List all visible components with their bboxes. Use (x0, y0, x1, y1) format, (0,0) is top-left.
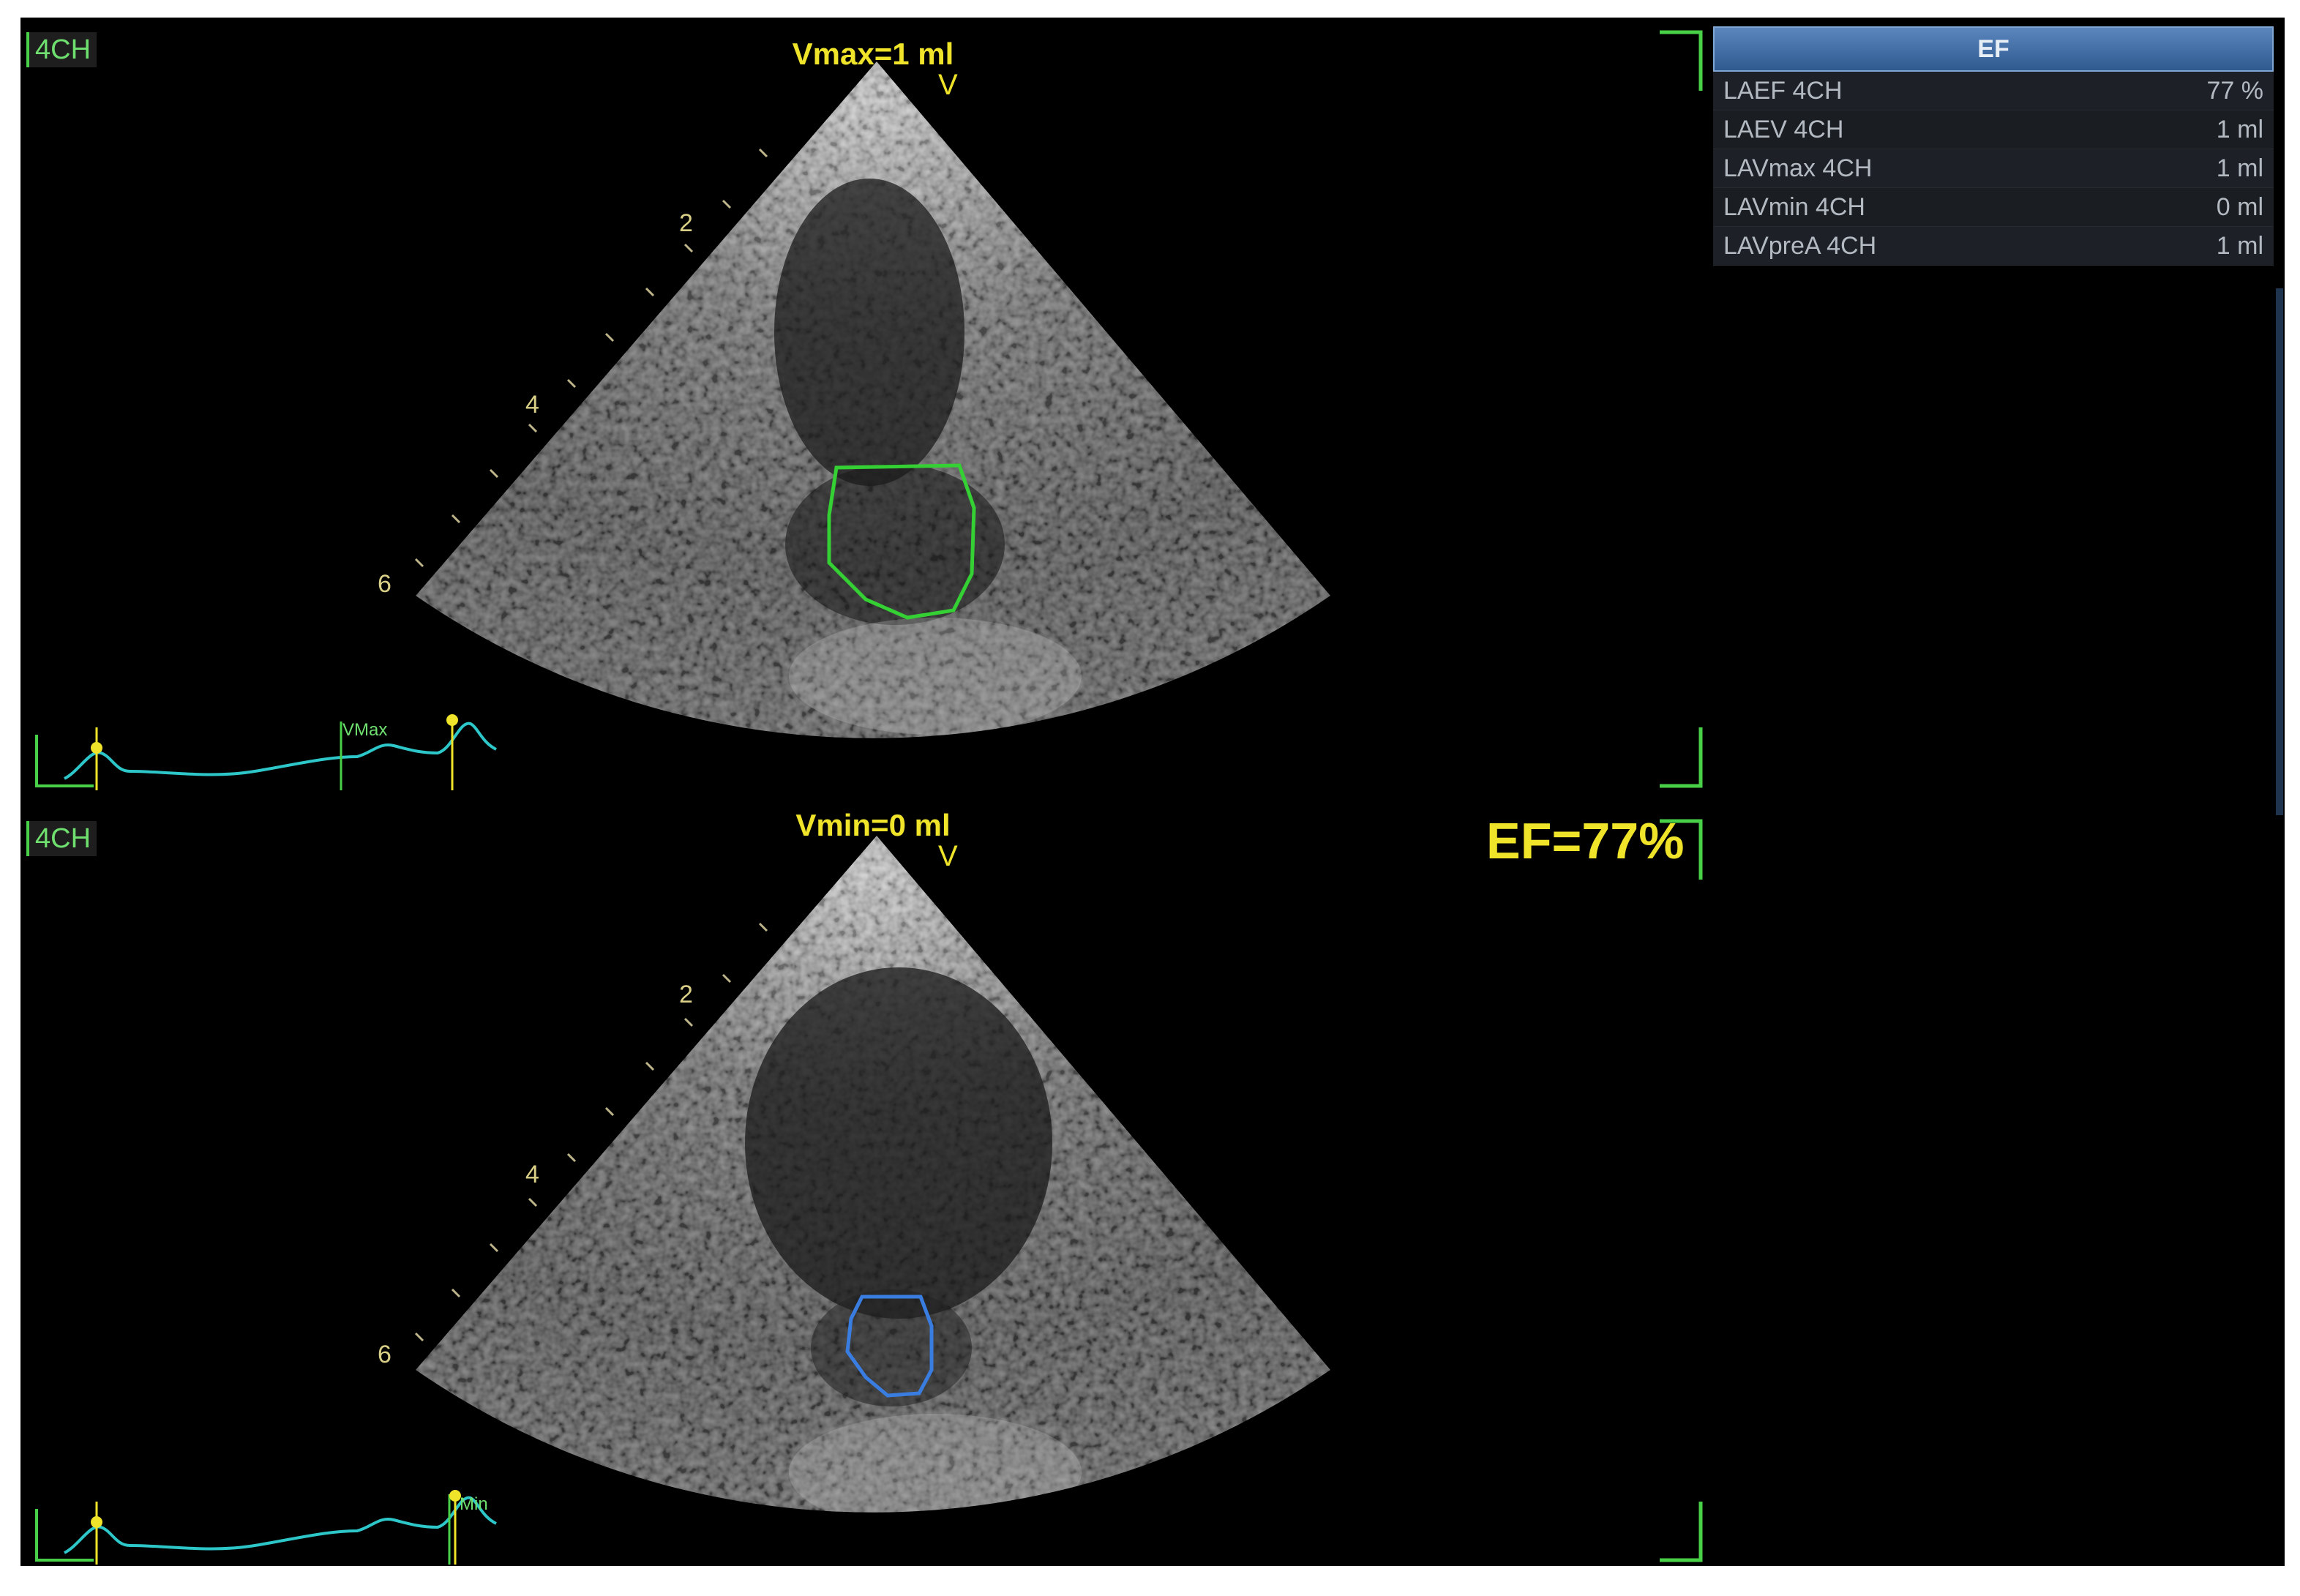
ef-row-laev[interactable]: LAEV 4CH 1 ml (1713, 110, 2274, 149)
ef-measurement-panel: EF LAEF 4CH 77 % LAEV 4CH 1 ml LAVmax 4C… (1713, 26, 2274, 266)
ef-row-lavprea[interactable]: LAVpreA 4CH 1 ml (1713, 227, 2274, 266)
ef-row-name: LAVmax 4CH (1723, 154, 1873, 182)
bottom-depth-6: 6 (378, 1341, 392, 1368)
bottom-view-tag: 4CH (26, 821, 97, 856)
top-ecg-marker-label: VMax (342, 720, 388, 740)
top-v-marker: V (938, 69, 958, 101)
top-echo-view[interactable] (20, 18, 1726, 792)
ef-row-name: LAVmin 4CH (1723, 192, 1865, 221)
bottom-echo-view[interactable] (20, 792, 1726, 1566)
ef-result-label: EF=77% (1486, 812, 1685, 869)
bottom-depth-2: 2 (679, 981, 693, 1008)
ef-row-value: 77 % (2206, 76, 2264, 105)
ef-row-name: LAVpreA 4CH (1723, 231, 1877, 260)
right-scrollbar[interactable] (2276, 288, 2283, 815)
ef-row-value: 1 ml (2216, 115, 2263, 143)
top-corner-brackets (1660, 30, 1703, 788)
ef-row-name: LAEF 4CH (1723, 76, 1843, 105)
ef-panel-header[interactable]: EF (1713, 26, 2274, 72)
top-vmax-label: Vmax=1 ml (792, 37, 954, 71)
top-depth-2: 2 (679, 209, 693, 237)
bottom-ecg-strip (35, 1490, 497, 1565)
echo-viewer: 4CH Vmax=1 ml V 2 4 6 VMax 4CH Vmin=0 ml… (20, 18, 1726, 1566)
ef-row-lavmin[interactable]: LAVmin 4CH 0 ml (1713, 188, 2274, 227)
top-ecg-strip (35, 714, 497, 790)
bottom-depth-4: 4 (525, 1161, 539, 1188)
top-view-tag: 4CH (26, 32, 97, 67)
bottom-v-marker: V (938, 840, 958, 872)
bottom-ecg-marker-label: Min (460, 1494, 488, 1514)
ef-row-value: 1 ml (2216, 231, 2263, 260)
ef-row-value: 0 ml (2216, 192, 2263, 221)
top-depth-4: 4 (525, 391, 539, 419)
ef-row-laef[interactable]: LAEF 4CH 77 % (1713, 72, 2274, 110)
ef-row-value: 1 ml (2216, 154, 2263, 182)
ultrasound-screen: 4CH Vmax=1 ml V 2 4 6 VMax 4CH Vmin=0 ml… (20, 18, 2285, 1566)
ef-row-lavmax[interactable]: LAVmax 4CH 1 ml (1713, 149, 2274, 188)
ef-row-name: LAEV 4CH (1723, 115, 1844, 143)
bottom-vmin-label: Vmin=0 ml (795, 808, 951, 842)
ef-rows: LAEF 4CH 77 % LAEV 4CH 1 ml LAVmax 4CH 1… (1713, 72, 2274, 266)
top-depth-6: 6 (378, 570, 392, 598)
bottom-corner-brackets (1660, 819, 1703, 1562)
